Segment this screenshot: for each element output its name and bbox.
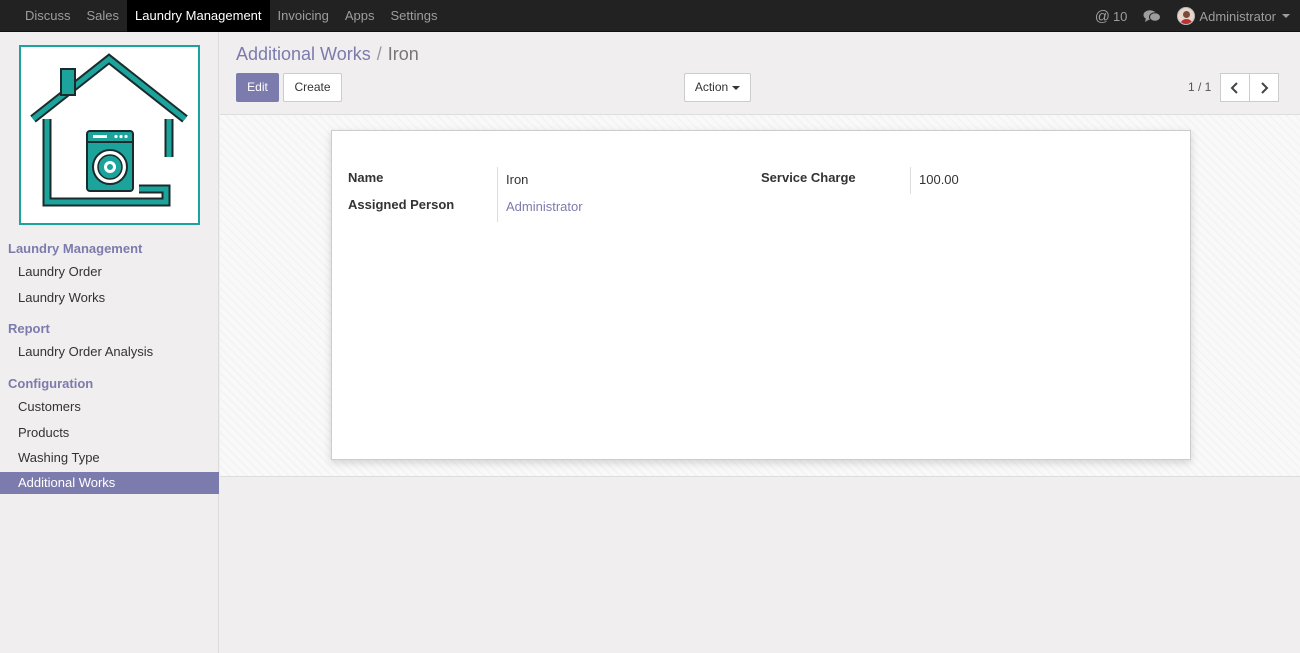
laundry-house-logo — [19, 45, 200, 225]
messaging-button[interactable] — [1135, 0, 1169, 32]
user-name: Administrator — [1199, 8, 1276, 24]
sidebar-item-laundry-order[interactable]: Laundry Order — [0, 261, 219, 283]
sidebar-item-products[interactable]: Products — [0, 422, 219, 444]
pager-value[interactable]: 1 / 1 — [1188, 80, 1211, 94]
create-button[interactable]: Create — [283, 73, 342, 102]
action-dropdown[interactable]: Action — [684, 73, 751, 102]
menu-sales[interactable]: Sales — [79, 0, 128, 32]
menu-invoicing[interactable]: Invoicing — [270, 0, 337, 32]
pager-previous-button[interactable] — [1220, 73, 1250, 102]
menu-settings[interactable]: Settings — [382, 0, 445, 32]
breadcrumb-separator: / — [376, 44, 382, 64]
caret-down-icon — [732, 85, 741, 90]
pager-next-button[interactable] — [1249, 73, 1279, 102]
field-divider — [910, 167, 911, 194]
avatar — [1177, 7, 1196, 25]
name-value: Iron — [506, 172, 529, 187]
edit-button[interactable]: Edit — [236, 73, 279, 102]
sidebar: Laundry Management Laundry Order Laundry… — [0, 32, 219, 653]
top-navbar: Discuss Sales Laundry Management Invoici… — [0, 0, 1300, 32]
mentions-button[interactable]: @ 10 — [1087, 0, 1136, 32]
menu-discuss[interactable]: Discuss — [17, 0, 79, 32]
caret-down-icon — [1282, 14, 1290, 18]
service-charge-value: 100.00 — [919, 172, 959, 187]
mentions-count: 10 — [1112, 8, 1128, 24]
systray: @ 10 Administrator — [1087, 0, 1300, 32]
assigned-person-link[interactable]: Administrator — [506, 199, 583, 214]
assigned-person-label: Assigned Person — [348, 197, 455, 212]
service-charge-label: Service Charge — [761, 170, 856, 185]
section-report[interactable]: Report — [8, 321, 50, 336]
breadcrumb-current: Iron — [387, 44, 419, 64]
sidebar-item-additional-works[interactable]: Additional Works — [0, 472, 219, 494]
name-label: Name — [348, 170, 384, 185]
breadcrumb: Additional Works / Iron — [236, 44, 419, 65]
sidebar-item-laundry-order-analysis[interactable]: Laundry Order Analysis — [0, 341, 219, 363]
user-menu[interactable]: Administrator — [1169, 0, 1300, 32]
action-label: Action — [694, 80, 729, 94]
field-divider — [497, 167, 498, 222]
breadcrumb-parent[interactable]: Additional Works — [236, 44, 371, 64]
chat-icon — [1143, 10, 1162, 22]
section-laundry-management[interactable]: Laundry Management — [8, 241, 142, 256]
sidebar-item-laundry-works[interactable]: Laundry Works — [0, 287, 219, 309]
sidebar-item-customers[interactable]: Customers — [0, 396, 219, 418]
chevron-left-icon — [1230, 81, 1238, 94]
menu-laundry-management[interactable]: Laundry Management — [127, 0, 270, 32]
sidebar-item-washing-type[interactable]: Washing Type — [0, 447, 219, 469]
chevron-right-icon — [1261, 81, 1269, 94]
section-configuration[interactable]: Configuration — [8, 376, 93, 391]
at-icon: @ — [1094, 7, 1110, 25]
app-menu: Discuss Sales Laundry Management Invoici… — [17, 0, 445, 32]
menu-apps[interactable]: Apps — [337, 0, 383, 32]
